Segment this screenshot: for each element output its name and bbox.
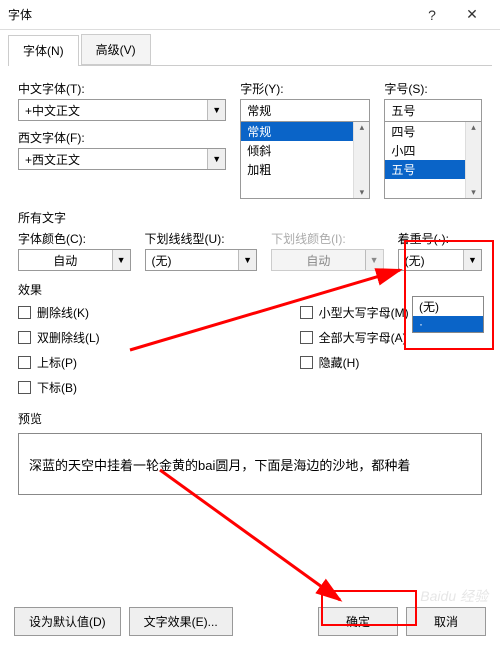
emphasis-option-none[interactable]: (无): [413, 297, 483, 316]
preview-text: 深蓝的天空中挂着一轮金黄的bai圆月，下面是海边的沙地，都种着: [29, 455, 410, 474]
checkbox-subscript[interactable]: 下标(B): [18, 379, 100, 396]
cancel-button[interactable]: 取消: [406, 607, 486, 636]
help-button[interactable]: ?: [412, 7, 452, 23]
ok-button[interactable]: 确定: [318, 607, 398, 636]
size-listbox[interactable]: 四号 小四 五号: [384, 121, 482, 199]
label-western-font: 西文字体(F):: [18, 129, 226, 146]
label-style: 字形(Y):: [240, 80, 370, 97]
checkbox-icon: [18, 306, 31, 319]
font-color-combo[interactable]: 自动 ▼: [18, 249, 131, 271]
label-underline-style: 下划线线型(U):: [145, 230, 258, 247]
label-size: 字号(S):: [384, 80, 482, 97]
label-chinese-font: 中文字体(T):: [18, 80, 226, 97]
chevron-down-icon: ▼: [463, 250, 481, 270]
checkbox-icon: [300, 331, 313, 344]
titlebar: 字体 ? ✕: [0, 0, 500, 30]
label-underline-color: 下划线颜色(I):: [271, 230, 384, 247]
watermark: Baidu 经验: [420, 586, 488, 606]
footer-buttons: 设为默认值(D) 文字效果(E)... 确定 取消: [0, 607, 500, 636]
checkbox-double-strike[interactable]: 双删除线(L): [18, 329, 100, 346]
emphasis-combo[interactable]: (无) ▼: [398, 249, 482, 271]
dialog-title: 字体: [8, 6, 412, 23]
style-listbox[interactable]: 常规 倾斜 加粗: [240, 121, 370, 199]
checkbox-icon: [300, 306, 313, 319]
western-font-combo[interactable]: +西文正文 ▼: [18, 148, 226, 170]
close-button[interactable]: ✕: [452, 6, 492, 23]
tab-font[interactable]: 字体(N): [8, 35, 79, 66]
scrollbar[interactable]: [465, 122, 481, 198]
tab-bar: 字体(N) 高级(V): [8, 34, 492, 66]
chevron-down-icon: ▼: [238, 250, 256, 270]
label-font-color: 字体颜色(C):: [18, 230, 131, 247]
chinese-font-value: +中文正文: [19, 102, 207, 119]
style-option[interactable]: 加粗: [241, 160, 369, 179]
emphasis-dropdown[interactable]: (无) ·: [412, 296, 484, 333]
chevron-down-icon: ▼: [207, 149, 225, 169]
scrollbar[interactable]: [353, 122, 369, 198]
emphasis-option-dot[interactable]: ·: [413, 316, 483, 332]
checkbox-icon: [18, 356, 31, 369]
chevron-down-icon: ▼: [365, 250, 383, 270]
label-all-text: 所有文字: [18, 209, 482, 226]
checkbox-icon: [18, 331, 31, 344]
text-effects-button[interactable]: 文字效果(E)...: [129, 607, 233, 636]
checkbox-superscript[interactable]: 上标(P): [18, 354, 100, 371]
size-input[interactable]: 五号: [384, 99, 482, 121]
content-area: 中文字体(T): +中文正文 ▼ 西文字体(F): +西文正文 ▼ 字形(Y):…: [0, 66, 500, 495]
chinese-font-combo[interactable]: +中文正文 ▼: [18, 99, 226, 121]
western-font-value: +西文正文: [19, 151, 207, 168]
checkbox-small-caps[interactable]: 小型大写字母(M): [300, 304, 409, 321]
style-option[interactable]: 常规: [241, 122, 369, 141]
label-preview: 预览: [18, 410, 482, 427]
underline-style-combo[interactable]: (无) ▼: [145, 249, 258, 271]
label-emphasis: 着重号(·):: [398, 230, 482, 247]
checkbox-icon: [300, 356, 313, 369]
checkbox-strike[interactable]: 删除线(K): [18, 304, 100, 321]
preview-box: 深蓝的天空中挂着一轮金黄的bai圆月，下面是海边的沙地，都种着: [18, 433, 482, 495]
set-default-button[interactable]: 设为默认值(D): [14, 607, 121, 636]
chevron-down-icon: ▼: [207, 100, 225, 120]
underline-color-combo: 自动 ▼: [271, 249, 384, 271]
style-option[interactable]: 倾斜: [241, 141, 369, 160]
tab-advanced[interactable]: 高级(V): [81, 34, 151, 65]
chevron-down-icon: ▼: [112, 250, 130, 270]
checkbox-icon: [18, 381, 31, 394]
checkbox-hidden[interactable]: 隐藏(H): [300, 354, 409, 371]
style-input[interactable]: 常规: [240, 99, 370, 121]
checkbox-all-caps[interactable]: 全部大写字母(A): [300, 329, 409, 346]
